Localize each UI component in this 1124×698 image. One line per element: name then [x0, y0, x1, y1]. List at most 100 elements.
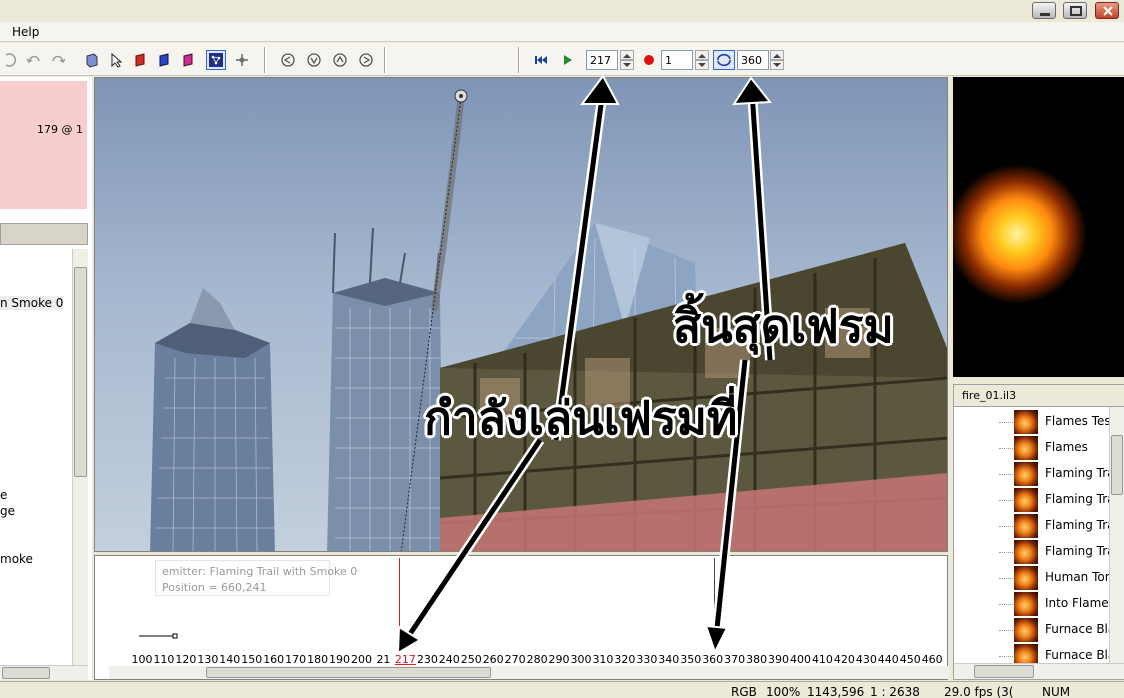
current-frame-input[interactable]: 217	[586, 50, 618, 70]
timeline-tick-label: 170	[285, 653, 307, 666]
timeline-tick-label: 280	[526, 653, 548, 666]
left-list-item[interactable]: n Smoke 0	[0, 296, 64, 310]
effect-list-item[interactable]: Flaming Tra	[1014, 539, 1113, 565]
scroll-thumb[interactable]	[206, 667, 491, 678]
redo-shape-button[interactable]	[0, 50, 20, 70]
select-tool-button[interactable]	[106, 50, 126, 70]
nav-right-button[interactable]	[356, 50, 376, 70]
frame-step-input[interactable]: 1	[661, 50, 693, 70]
menu-help[interactable]: Help	[12, 25, 39, 39]
play-button[interactable]	[557, 50, 577, 70]
effect-thumbnail	[1014, 488, 1038, 512]
timeline-panel[interactable]: emitter: Flaming Trail with Smoke 0 Posi…	[94, 555, 949, 680]
undo-button[interactable]	[24, 50, 44, 70]
timeline-tick-label: 330	[636, 653, 658, 666]
zoom-level: 100%	[766, 685, 801, 698]
particle-tool-button[interactable]	[206, 50, 226, 70]
effects-horizontal-scrollbar[interactable]	[954, 663, 1124, 679]
timeline-tick-label: 260	[482, 653, 504, 666]
effects-vertical-scrollbar[interactable]	[1109, 407, 1124, 663]
nav-left-button[interactable]	[278, 50, 298, 70]
left-list-item[interactable]: moke	[0, 552, 33, 566]
scroll-thumb[interactable]	[974, 665, 1034, 678]
step-down-icon[interactable]	[770, 60, 784, 70]
tree-connector	[999, 630, 1013, 631]
effect-list-item[interactable]: Flames Tes	[1014, 409, 1112, 435]
effect-list-item[interactable]: Flames	[1014, 435, 1112, 461]
timeline-tick-label: 340	[658, 653, 680, 666]
timeline-tick-label: 300	[570, 653, 592, 666]
step-down-icon[interactable]	[695, 60, 709, 70]
timeline-scrollbar[interactable]	[109, 666, 949, 679]
step-up-icon[interactable]	[620, 50, 634, 60]
timeline-tick-label: 290	[548, 653, 570, 666]
timeline-tick-label: 250	[460, 653, 482, 666]
arrow-cursor-icon	[111, 52, 123, 68]
timeline-tick-label: 370	[724, 653, 746, 666]
minimize-button[interactable]	[1032, 2, 1056, 19]
effects-file-tab[interactable]: fire_01.il3	[954, 385, 1124, 407]
scroll-thumb[interactable]	[1111, 435, 1123, 495]
effect-list-item[interactable]: Flaming Tra	[1014, 461, 1113, 487]
cursor-coords: 1143,596	[807, 685, 865, 698]
transform-tool-button[interactable]	[232, 50, 252, 70]
effects-library-panel: fire_01.il3 Flames Tes Flames Flaming Tra F…	[953, 384, 1124, 680]
num-lock-indicator: NUM	[1042, 685, 1071, 698]
close-button[interactable]	[1095, 2, 1119, 19]
timeline-tick-label: 190	[329, 653, 351, 666]
redo-button[interactable]	[48, 50, 68, 70]
color-mode: RGB	[731, 685, 757, 698]
timeline-tick-label: 400	[790, 653, 811, 666]
tree-connector	[999, 656, 1013, 657]
nav-down-button[interactable]	[304, 50, 324, 70]
emitter-position: Position = 660,241	[162, 581, 267, 594]
timeline-tick-label: 450	[899, 653, 921, 666]
toolbar	[0, 43, 1124, 76]
maximize-button[interactable]	[1063, 2, 1087, 19]
step-up-icon[interactable]	[770, 50, 784, 60]
end-frame-stepper[interactable]	[770, 50, 784, 70]
left-vertical-scrollbar[interactable]	[72, 249, 88, 667]
cube-tool-button[interactable]	[82, 50, 102, 70]
tree-connector	[999, 578, 1013, 579]
end-frame-input[interactable]: 360	[737, 50, 769, 70]
step-up-icon[interactable]	[695, 50, 709, 60]
left-panel-header[interactable]	[0, 223, 88, 245]
effect-label: Flaming Tra	[1045, 544, 1113, 558]
rewind-button[interactable]	[531, 50, 551, 70]
timeline-tick-label: 120	[175, 653, 197, 666]
scroll-thumb[interactable]	[74, 267, 87, 477]
toolbar-separator	[518, 47, 520, 73]
effect-thumbnail	[1014, 592, 1038, 616]
tree-connector	[999, 604, 1013, 605]
timeline-tick-label: 350	[680, 653, 702, 666]
loop-button[interactable]	[713, 50, 735, 70]
effect-list-item[interactable]: Flaming Tra	[1014, 513, 1113, 539]
blue-plane-button[interactable]	[154, 50, 174, 70]
annotation-playing-frame: กำลังเล่นเฟรมที่	[424, 391, 738, 445]
effect-list-item[interactable]: Into Flames	[1014, 591, 1113, 617]
left-horizontal-scrollbar[interactable]	[0, 665, 88, 680]
effect-list-item[interactable]: Furnace Bla	[1014, 617, 1113, 643]
menu-bar: Help	[0, 22, 1124, 42]
scroll-thumb[interactable]	[2, 667, 50, 679]
effect-thumbnail	[1014, 410, 1038, 434]
effect-list-item[interactable]: Human Tor	[1014, 565, 1112, 591]
left-list-item[interactable]: e	[0, 488, 7, 502]
left-list-item[interactable]: ge	[0, 504, 15, 518]
nav-up-button[interactable]	[330, 50, 350, 70]
end-frame-marker[interactable]	[714, 558, 715, 650]
emitter-info-box: emitter: Flaming Trail with Smoke 0 Posi…	[155, 560, 357, 596]
step-down-icon[interactable]	[620, 60, 634, 70]
effect-list-item[interactable]: Flaming Tra	[1014, 487, 1113, 513]
frame-step-stepper[interactable]	[695, 50, 709, 70]
record-button[interactable]	[639, 50, 659, 70]
tree-connector	[999, 448, 1013, 449]
current-frame-cursor[interactable]	[399, 558, 400, 650]
pink-swatch-panel[interactable]: 179 @ 1	[0, 81, 87, 209]
effect-thumbnail	[1014, 618, 1038, 642]
pink-panel-label: 179 @ 1	[37, 123, 83, 136]
red-plane-button[interactable]	[130, 50, 150, 70]
current-frame-stepper[interactable]	[620, 50, 634, 70]
pink-plane-button[interactable]	[178, 50, 198, 70]
